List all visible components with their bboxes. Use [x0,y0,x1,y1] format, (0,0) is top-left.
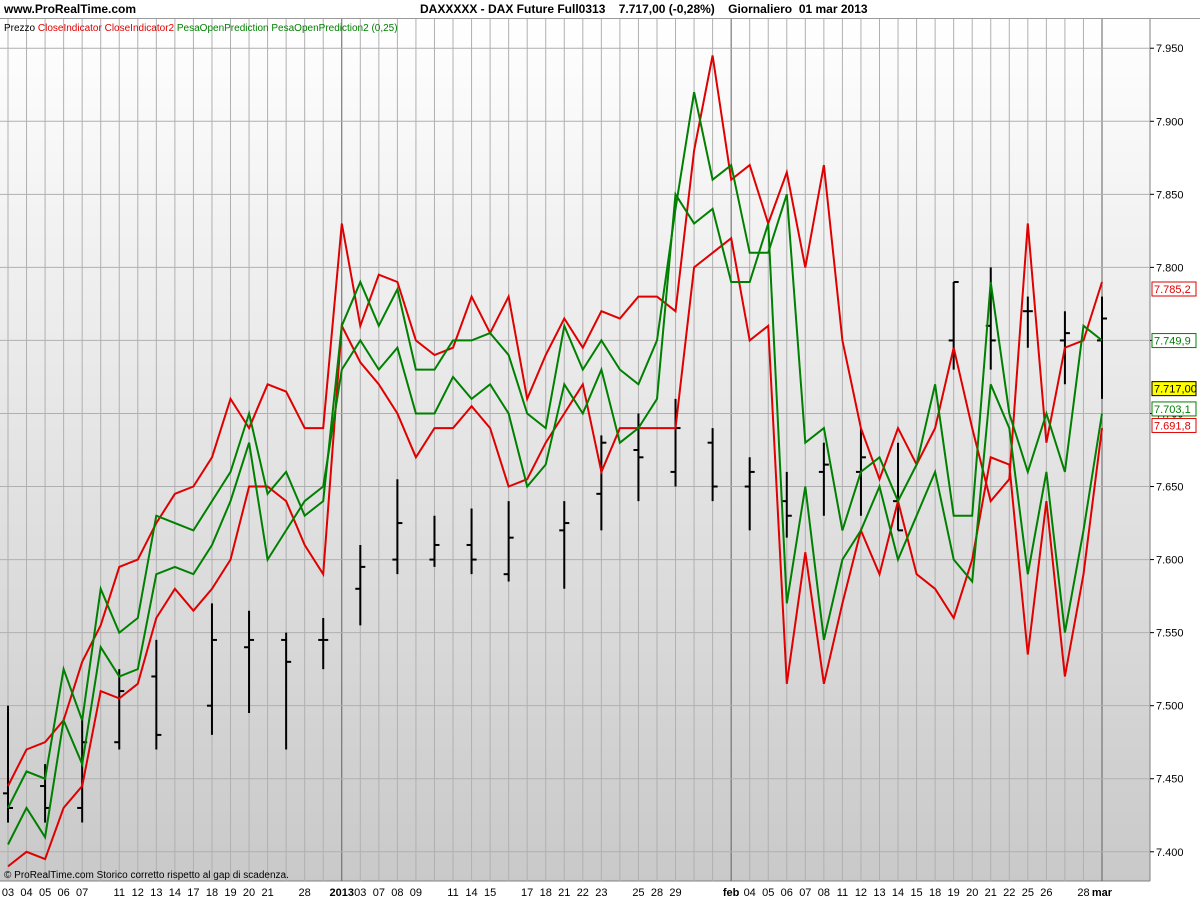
x-tick-label: 08 [391,887,403,899]
x-tick-label: 15 [484,887,496,899]
x-tick-label: 14 [892,887,904,899]
y-tick-label: 7.900 [1156,116,1184,128]
x-tick-label: 21 [985,887,997,899]
price-chart[interactable]: 7.4007.4507.5007.5507.6007.6507.7007.750… [0,0,1200,900]
x-tick-label: 28 [651,887,663,899]
x-tick-label: 12 [132,887,144,899]
x-tick-label: 06 [58,887,70,899]
value-badge-label: 7.703,1 [1154,404,1191,416]
price-axis-panel [1150,19,1200,881]
x-tick-label: 2013 [330,887,354,899]
x-tick-label: 15 [910,887,922,899]
x-tick-label: 11 [837,887,848,899]
x-tick-label: 25 [632,887,644,899]
value-badge-label: 7.749,9 [1154,336,1191,348]
x-tick-label: 21 [558,887,570,899]
y-tick-label: 7.850 [1156,189,1184,201]
x-tick-label: 03 [354,887,366,899]
x-tick-label: 04 [20,887,32,899]
x-tick-label: 17 [187,887,199,899]
legend-item: CloseIndicator2 [102,23,175,34]
x-tick-label: 25 [1022,887,1034,899]
value-badge-label: 7.691,8 [1154,420,1191,432]
value-badge-label: 7.717,00 [1154,384,1197,396]
x-tick-label: 28 [1077,887,1089,899]
value-badge-label: 7.785,2 [1154,284,1191,296]
x-tick-label: 14 [169,887,181,899]
x-tick-label: 28 [299,887,311,899]
x-tick-label: mar [1092,887,1113,899]
y-tick-label: 7.950 [1156,43,1184,55]
x-tick-label: 20 [243,887,255,899]
legend-item: Prezzo [4,23,36,34]
x-tick-label: 05 [39,887,51,899]
x-tick-label: 13 [873,887,885,899]
x-tick-label: 19 [948,887,960,899]
x-tick-label: 04 [744,887,756,899]
x-tick-label: 22 [1003,887,1015,899]
x-tick-label: 07 [799,887,811,899]
legend-item: PesaOpenPrediction [174,23,269,34]
y-tick-label: 7.500 [1156,701,1184,713]
x-tick-label: 18 [929,887,941,899]
x-tick-label: 12 [855,887,867,899]
x-tick-label: 22 [577,887,589,899]
x-tick-label: 19 [224,887,236,899]
y-tick-label: 7.650 [1156,482,1184,494]
x-tick-label: 07 [373,887,385,899]
x-tick-label: 08 [818,887,830,899]
x-tick-label: 21 [261,887,273,899]
x-tick-label: 07 [76,887,88,899]
y-tick-label: 7.450 [1156,774,1184,786]
y-tick-label: 7.550 [1156,628,1184,640]
chart-legend: Prezzo CloseIndicator CloseIndicator2 Pe… [4,23,398,34]
x-tick-label: 29 [669,887,681,899]
x-tick-label: 23 [595,887,607,899]
x-tick-label: feb [723,887,740,899]
x-tick-label: 11 [114,887,125,899]
x-tick-label: 06 [781,887,793,899]
x-tick-label: 05 [762,887,774,899]
y-tick-label: 7.800 [1156,262,1184,274]
footnote: © ProRealTime.com Storico corretto rispe… [4,870,289,881]
x-tick-label: 11 [447,887,458,899]
x-tick-label: 09 [410,887,422,899]
legend-item: CloseIndicator [35,23,102,34]
x-tick-label: 03 [2,887,14,899]
x-tick-label: 26 [1040,887,1052,899]
y-tick-label: 7.600 [1156,555,1184,567]
y-tick-label: 7.400 [1156,847,1184,859]
x-tick-label: 18 [540,887,552,899]
x-tick-label: 13 [150,887,162,899]
legend-item: PesaOpenPrediction2 (0,25) [269,23,398,34]
x-tick-label: 14 [465,887,477,899]
x-tick-label: 18 [206,887,218,899]
x-tick-label: 20 [966,887,978,899]
x-tick-label: 17 [521,887,533,899]
